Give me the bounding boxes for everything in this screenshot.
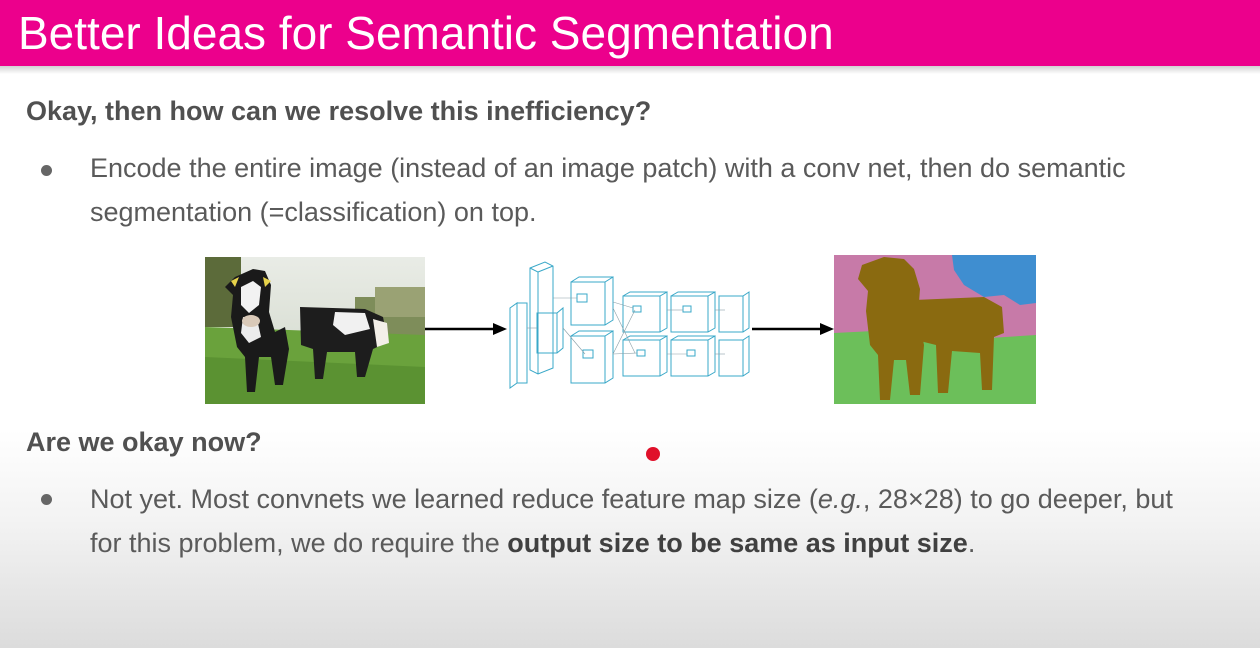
slide-title: Better Ideas for Semantic Segmentation	[18, 7, 834, 59]
section-heading-resolve: Okay, then how can we resolve this ineff…	[26, 96, 652, 126]
section-heading-okay-now: Are we okay now?	[26, 427, 262, 457]
conv-net-diagram	[509, 261, 750, 389]
bullet-text-part1: Not yet. Most convnets we learned reduce…	[90, 484, 818, 514]
title-bar: Better Ideas for Semantic Segmentation	[0, 0, 1260, 66]
bullet-encode-image: Encode the entire image (instead of an i…	[90, 153, 1126, 227]
bullet-dot	[41, 165, 52, 176]
bullet-not-yet: Not yet. Most convnets we learned reduce…	[90, 477, 1210, 565]
cow-photo-image	[205, 257, 425, 404]
bullet-text-part3: .	[967, 528, 976, 558]
laser-pointer-dot	[646, 447, 660, 461]
arrow-right-icon	[425, 323, 507, 335]
arrow-right-icon	[752, 323, 834, 335]
bullet-text-emphasis: output size to be same as input size	[507, 528, 968, 558]
bullet-dot	[41, 494, 52, 505]
bullet-text-eg: e.g.	[817, 484, 863, 514]
title-bar-shadow	[0, 66, 1260, 74]
segmentation-map-image	[834, 255, 1036, 404]
